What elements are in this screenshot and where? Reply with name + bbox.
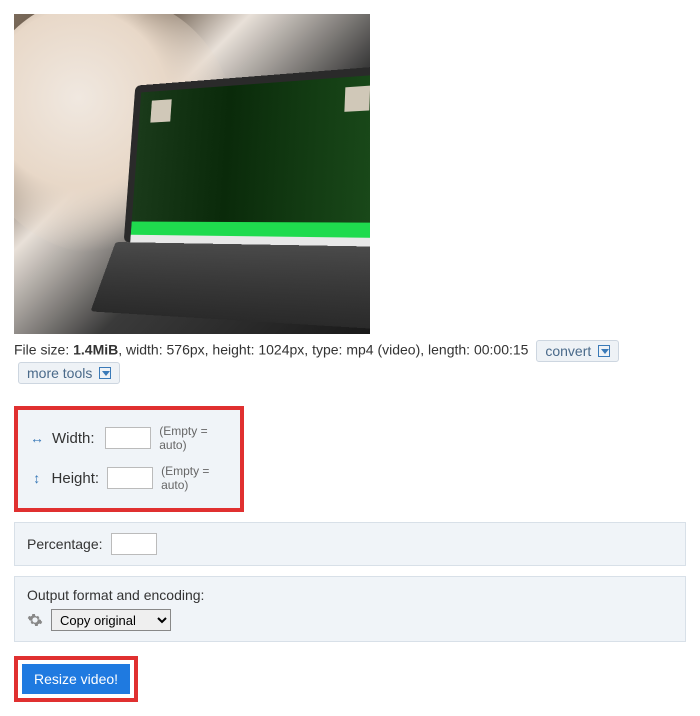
convert-label: convert <box>545 343 591 359</box>
dropdown-arrow-icon <box>99 367 111 379</box>
height-input[interactable] <box>107 467 153 489</box>
output-format-select[interactable]: Copy original <box>51 609 171 631</box>
submit-highlight: Resize video! <box>14 656 138 702</box>
width-label: Width: <box>52 430 97 447</box>
width-arrows-icon: ↔ <box>30 430 44 446</box>
video-preview[interactable] <box>14 14 370 334</box>
file-info-line: File size: 1.4MiB, width: 576px, height:… <box>14 340 686 384</box>
height-hint: (Empty = auto) <box>161 464 228 492</box>
gear-icon <box>27 612 43 628</box>
convert-dropdown[interactable]: convert <box>536 340 619 362</box>
length-label: , length: <box>420 342 474 358</box>
length-value: 00:00:15 <box>474 342 529 358</box>
height-value: 1024px <box>258 342 304 358</box>
width-label: , width: <box>118 342 166 358</box>
width-input[interactable] <box>105 427 151 449</box>
dimensions-box: ↔ Width: (Empty = auto) ↕ Height: (Empty… <box>14 406 244 512</box>
resize-video-button[interactable]: Resize video! <box>22 664 130 694</box>
filesize-label: File size: <box>14 342 73 358</box>
type-value: mp4 (video) <box>346 342 420 358</box>
output-format-panel: Output format and encoding: Copy origina… <box>14 576 686 642</box>
height-row: ↕ Height: (Empty = auto) <box>30 458 228 498</box>
output-label: Output format and encoding: <box>27 587 673 603</box>
percentage-panel: Percentage: <box>14 522 686 566</box>
height-label: , height: <box>205 342 259 358</box>
height-label: Height: <box>52 470 100 487</box>
filesize-value: 1.4MiB <box>73 342 118 358</box>
height-arrows-icon: ↕ <box>30 470 44 486</box>
more-tools-label: more tools <box>27 365 92 381</box>
type-label: , type: <box>304 342 346 358</box>
width-value: 576px <box>167 342 205 358</box>
width-row: ↔ Width: (Empty = auto) <box>30 418 228 458</box>
width-hint: (Empty = auto) <box>159 424 228 452</box>
percentage-label: Percentage: <box>27 536 103 552</box>
percentage-input[interactable] <box>111 533 157 555</box>
more-tools-dropdown[interactable]: more tools <box>18 362 120 384</box>
dropdown-arrow-icon <box>598 345 610 357</box>
